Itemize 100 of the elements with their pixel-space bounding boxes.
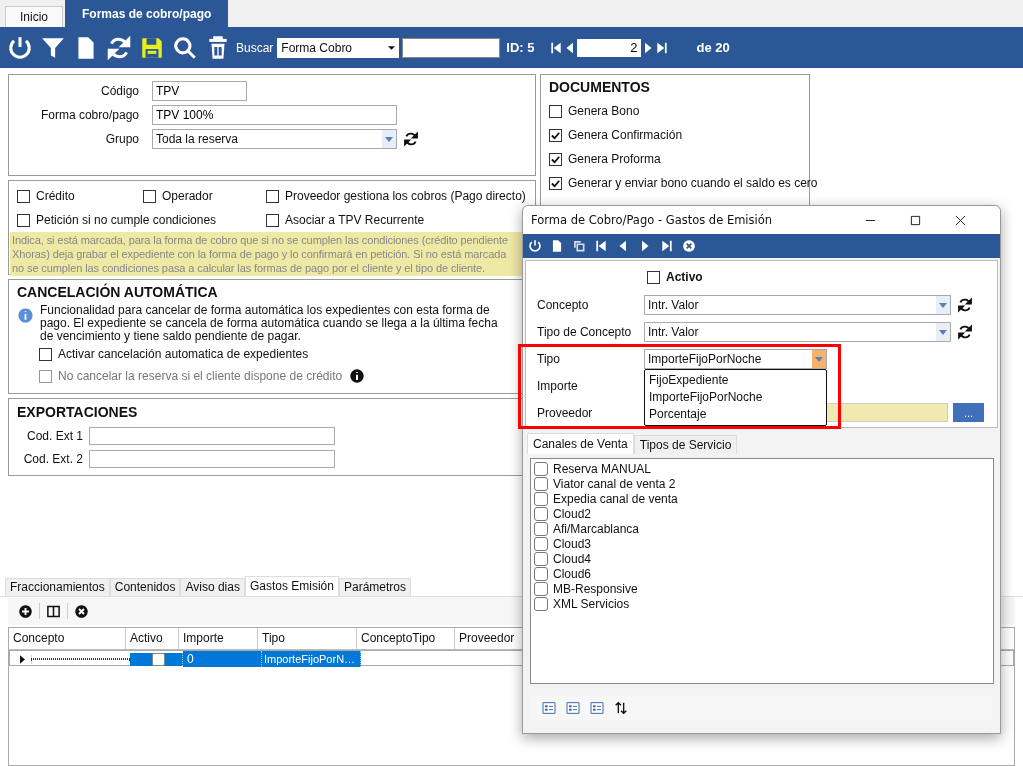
last-record-icon[interactable] (660, 239, 674, 253)
checkbox[interactable] (17, 213, 30, 227)
checkbox-label: MB-Responsive (553, 581, 638, 596)
checkbox[interactable] (534, 536, 548, 551)
field-label: Concepto (536, 297, 590, 312)
text-field[interactable] (89, 449, 335, 468)
record-total: de 20 (696, 40, 730, 55)
column-header[interactable]: Tipo (258, 628, 357, 649)
list-view-icon[interactable] (589, 700, 605, 716)
checkbox[interactable] (266, 189, 279, 203)
checkbox-label: Crédito (36, 189, 75, 203)
list-view-icon[interactable] (565, 700, 581, 716)
record-field[interactable]: 2 (576, 38, 641, 57)
group-select[interactable]: Toda la reserva (152, 129, 397, 149)
close-circle-icon[interactable] (682, 239, 696, 253)
checkbox[interactable] (143, 189, 156, 203)
checkbox[interactable] (534, 506, 548, 521)
sort-icon[interactable] (613, 700, 629, 716)
checkbox[interactable] (534, 461, 548, 476)
refresh-icon[interactable] (106, 34, 132, 61)
add-icon[interactable] (18, 603, 33, 619)
tab[interactable]: Contenidos (109, 578, 181, 596)
select-field[interactable]: Intr. Valor (644, 294, 951, 315)
note-text: Indica, si está marcada, para la forma de cobro que si no se cumplen las condiciones (crédito pendiente (12, 233, 509, 247)
field-label: Grupo (104, 132, 139, 146)
tab[interactable]: Formas de cobro/pago (65, 0, 229, 27)
checkbox[interactable] (39, 347, 52, 361)
checkbox[interactable] (549, 104, 562, 118)
power-icon[interactable] (528, 239, 542, 253)
window-title: Forma de Cobro/Pago - Gastos de Emisión (531, 213, 774, 227)
text-field[interactable] (89, 426, 335, 445)
note-text: no se cumplen las condiciones pasa a calcular las formas de pago por el cliente y el tipo de cliente. (12, 261, 486, 275)
checkbox[interactable] (549, 176, 562, 190)
tab[interactable]: Fraccionamientos (5, 578, 110, 596)
tab[interactable]: Tipos de Servicio (633, 435, 738, 454)
search-by-select[interactable]: Forma Cobro (277, 37, 400, 58)
checkbox[interactable] (549, 128, 562, 142)
first-record-icon[interactable] (594, 239, 608, 253)
dropdown-option[interactable]: ImporteFijoPorNoche (645, 388, 826, 406)
checkbox-label: Cloud3 (553, 536, 592, 551)
checkbox-label: Petición si no cumple condiciones (36, 213, 217, 227)
checkbox-label: Cloud6 (553, 566, 592, 581)
power-icon[interactable] (7, 34, 33, 61)
table-cell: 0 (187, 651, 194, 667)
tab[interactable]: Gastos Emisión (244, 576, 339, 596)
copy-icon[interactable] (572, 239, 586, 253)
column-header[interactable]: Activo (126, 628, 179, 649)
close-icon[interactable] (955, 214, 966, 226)
type-select[interactable]: ImporteFijoPorNoche (644, 348, 827, 369)
tab[interactable]: Parámetros (338, 578, 411, 596)
checkbox[interactable] (647, 270, 660, 284)
checkbox-label: Genera Confirmación (568, 128, 683, 142)
checkbox[interactable] (534, 566, 548, 581)
section-title: DOCUMENTOS (549, 79, 651, 95)
columns-icon[interactable] (46, 603, 61, 619)
checkbox[interactable] (151, 652, 165, 666)
refresh-icon[interactable] (957, 323, 973, 340)
browse-button[interactable]: ... (953, 403, 984, 422)
tab[interactable]: Aviso dias (180, 578, 245, 596)
new-document-icon[interactable] (550, 239, 564, 253)
checkbox[interactable] (534, 491, 548, 506)
tab[interactable]: Canales de Venta (527, 433, 634, 454)
checkbox-label: Expedia canal de venta (553, 491, 678, 506)
tab[interactable]: Inicio (5, 6, 63, 27)
caret-icon (936, 295, 950, 314)
checkbox[interactable] (534, 551, 548, 566)
info-icon[interactable] (349, 368, 366, 384)
checkbox[interactable] (534, 476, 548, 491)
checkbox[interactable] (534, 581, 548, 596)
dropdown-option[interactable]: Porcentaje (645, 405, 826, 423)
caret-icon (936, 322, 950, 341)
checkbox[interactable] (534, 596, 548, 611)
search-field[interactable] (402, 37, 501, 58)
table-cell-text: ImporteFijoPorN… (264, 652, 356, 667)
info-icon (17, 307, 34, 324)
checkbox-label: Activar cancelación automatica de expedientes (58, 347, 309, 361)
dropdown-option[interactable]: FijoExpediente (645, 371, 826, 389)
select-field[interactable]: Intr. Valor (644, 321, 951, 342)
text-field[interactable]: TPV (152, 81, 247, 101)
text-field[interactable]: TPV 100% (152, 105, 397, 125)
checkbox[interactable] (266, 213, 279, 227)
checkbox-label: No cancelar la reserva si el cliente dispone de crédito (58, 369, 343, 383)
field-label: Cod. Ext. 2 (22, 451, 83, 466)
caret-icon (388, 45, 396, 50)
checkbox-label: Viator canal de venta 2 (553, 476, 676, 491)
delete-icon[interactable] (74, 603, 89, 619)
maximize-icon[interactable] (910, 214, 921, 226)
checkbox-label: Cloud4 (553, 551, 592, 566)
refresh-icon[interactable] (403, 131, 419, 147)
column-header[interactable]: Importe (179, 628, 258, 649)
column-header[interactable]: Concepto (9, 628, 126, 649)
field-label: Código (99, 84, 139, 98)
checkbox[interactable] (534, 521, 548, 536)
checkbox-label: Operador (162, 189, 213, 203)
checkbox[interactable] (17, 189, 30, 203)
checkbox[interactable] (549, 152, 562, 166)
refresh-icon[interactable] (957, 296, 973, 313)
column-header[interactable]: ConceptoTipo (357, 628, 455, 649)
list-view-icon[interactable] (541, 700, 557, 716)
search-icon[interactable] (172, 34, 198, 61)
